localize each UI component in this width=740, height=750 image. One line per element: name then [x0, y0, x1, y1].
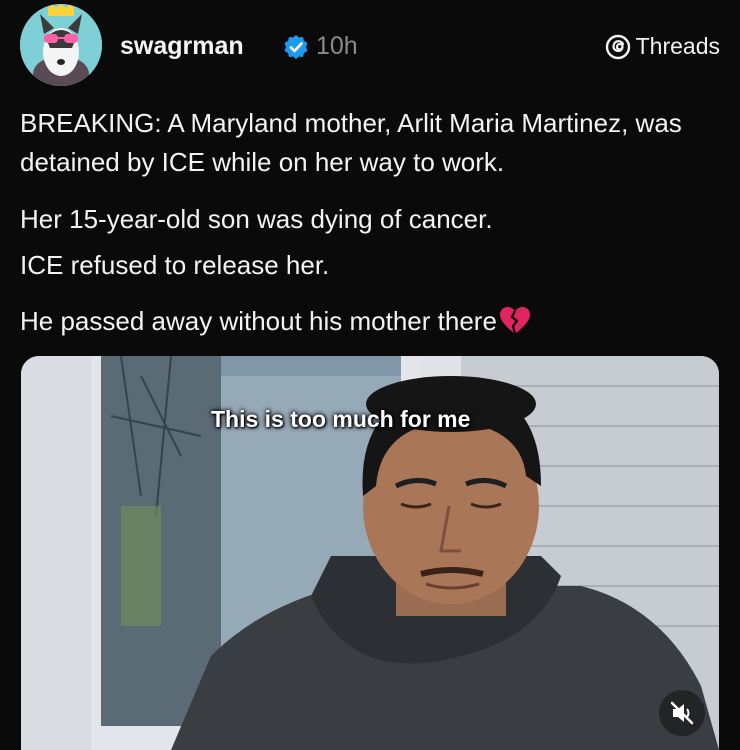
post-header: swagrman 10h Threads: [20, 4, 720, 86]
threads-label: Threads: [635, 33, 720, 59]
post-paragraph-3: He passed away without his mother there: [20, 302, 720, 341]
threads-icon: [605, 34, 630, 59]
username[interactable]: swagrman: [120, 32, 244, 61]
video-caption: This is too much for me: [211, 406, 471, 432]
post-timestamp: 10h: [316, 32, 358, 60]
post-paragraph-1: BREAKING: A Maryland mother, Arlit Maria…: [20, 104, 720, 182]
mute-button[interactable]: [659, 690, 705, 736]
broken-heart-icon: [499, 307, 530, 335]
video-thumbnail[interactable]: This is too much for me: [21, 356, 719, 750]
speaker-muted-icon: [670, 701, 694, 725]
verified-badge-icon: [284, 35, 308, 59]
avatar[interactable]: [20, 4, 102, 86]
post-text-4: He passed away without his mother there: [20, 306, 497, 336]
threads-post: swagrman 10h Threads BREAKING: A Marylan…: [0, 0, 740, 750]
threads-logo[interactable]: Threads: [605, 33, 720, 60]
post-paragraph-2: Her 15-year-old son was dying of cancer.…: [20, 200, 720, 285]
post-text-1: BREAKING: A Maryland mother, Arlit Maria…: [20, 108, 682, 177]
post-text-2: Her 15-year-old son was dying of cancer.: [20, 204, 493, 234]
post-text-3: ICE refused to release her.: [20, 250, 330, 280]
